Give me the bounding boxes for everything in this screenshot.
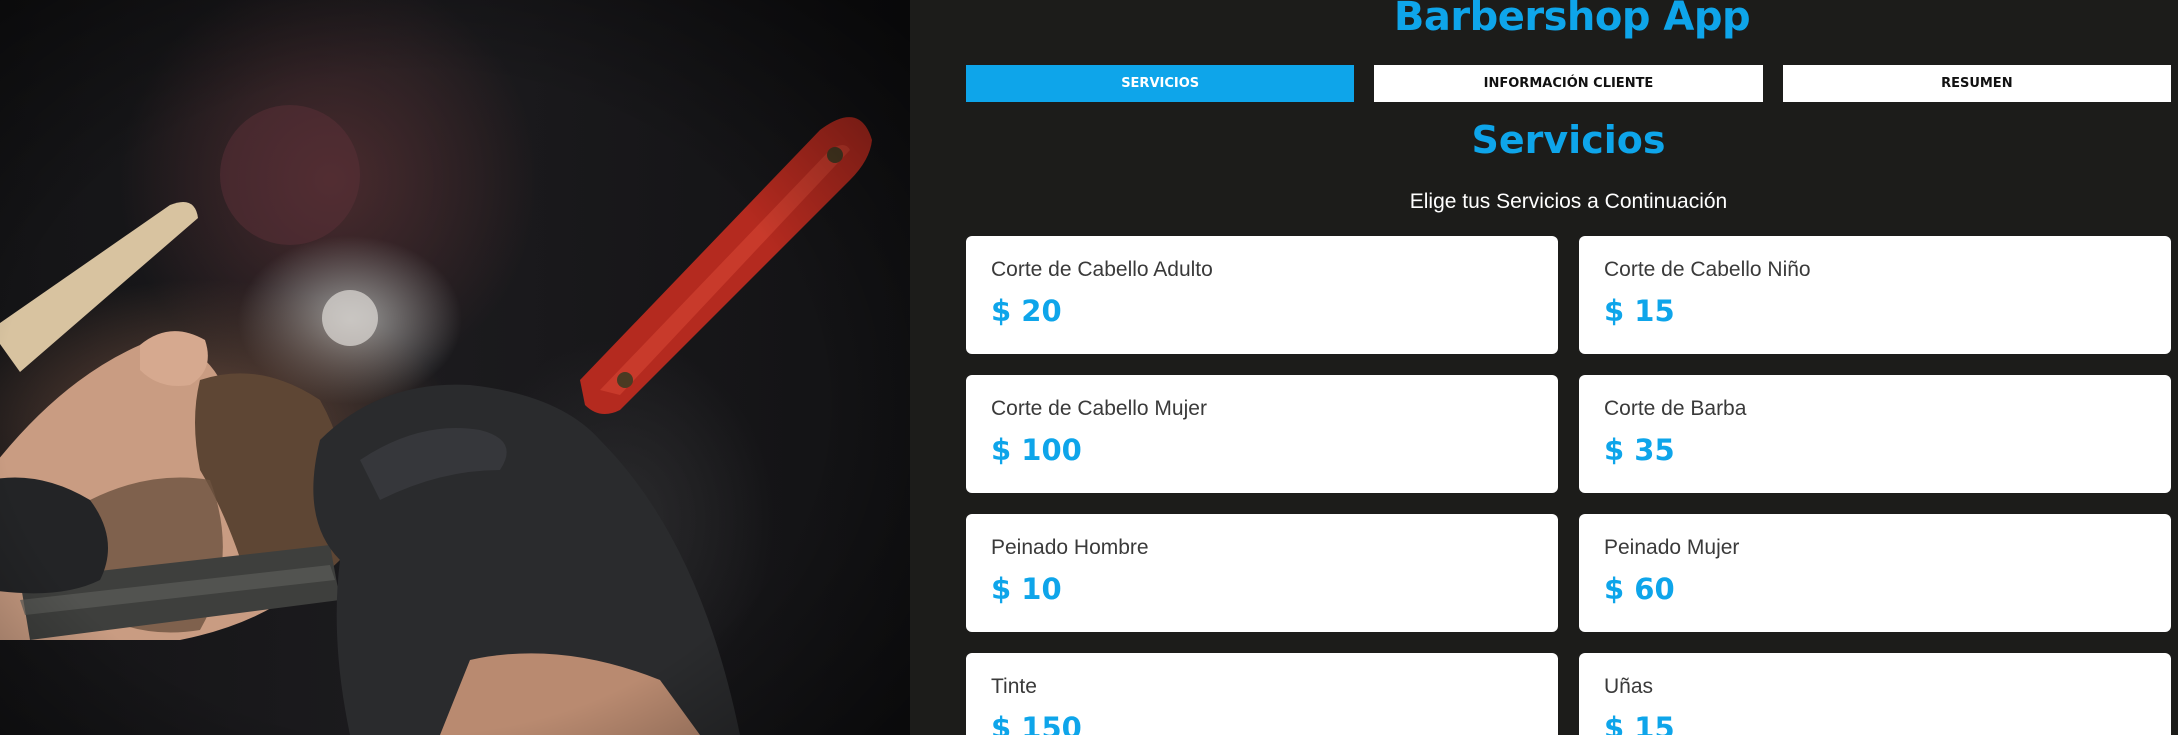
step-tabs: SERVICIOS INFORMACIÓN CLIENTE RESUMEN [966,65,2171,102]
service-price: $ 15 [1604,294,1675,328]
service-price: $ 15 [1604,711,1675,735]
service-name: Corte de Barba [1604,397,1747,420]
section-title: Servicios [1471,118,1666,162]
service-card[interactable]: Corte de Barba $ 35 [1579,375,2171,493]
service-card[interactable]: Peinado Mujer $ 60 [1579,514,2171,632]
service-card[interactable]: Corte de Cabello Niño $ 15 [1579,236,2171,354]
service-name: Corte de Cabello Mujer [991,397,1207,420]
service-card[interactable]: Corte de Cabello Mujer $ 100 [966,375,1558,493]
service-price: $ 100 [991,433,1082,467]
main-content: Barbershop App SERVICIOS INFORMACIÓN CLI… [910,0,2178,735]
service-name: Uñas [1604,675,1654,698]
service-name: Corte de Cabello Niño [1604,258,1811,281]
service-card[interactable]: Peinado Hombre $ 10 [966,514,1558,632]
section-subtitle: Elige tus Servicios a Continuación [1409,190,1728,213]
tab-resumen[interactable]: RESUMEN [1782,65,2171,102]
app-page: Barbershop App SERVICIOS INFORMACIÓN CLI… [0,0,2178,735]
service-price: $ 10 [991,572,1062,606]
service-name: Peinado Mujer [1604,536,1740,559]
services-grid: Corte de Cabello Adulto $ 20 Corte de Ca… [966,236,2171,735]
service-price: $ 60 [1604,572,1675,606]
service-price: $ 150 [991,711,1082,735]
service-card[interactable]: Tinte $ 150 [966,653,1558,735]
service-name: Corte de Cabello Adulto [991,258,1213,281]
barber-shaving-illustration [0,0,910,735]
tab-servicios[interactable]: SERVICIOS [966,65,1355,102]
service-price: $ 35 [1604,433,1675,467]
hero-image [0,0,910,735]
service-card[interactable]: Uñas $ 15 [1579,653,2171,735]
service-price: $ 20 [991,294,1062,328]
service-name: Peinado Hombre [991,536,1149,559]
service-card[interactable]: Corte de Cabello Adulto $ 20 [966,236,1558,354]
service-name: Tinte [991,675,1037,698]
tab-informacion-cliente[interactable]: INFORMACIÓN CLIENTE [1374,65,1763,102]
app-title: Barbershop App [1393,0,1751,40]
